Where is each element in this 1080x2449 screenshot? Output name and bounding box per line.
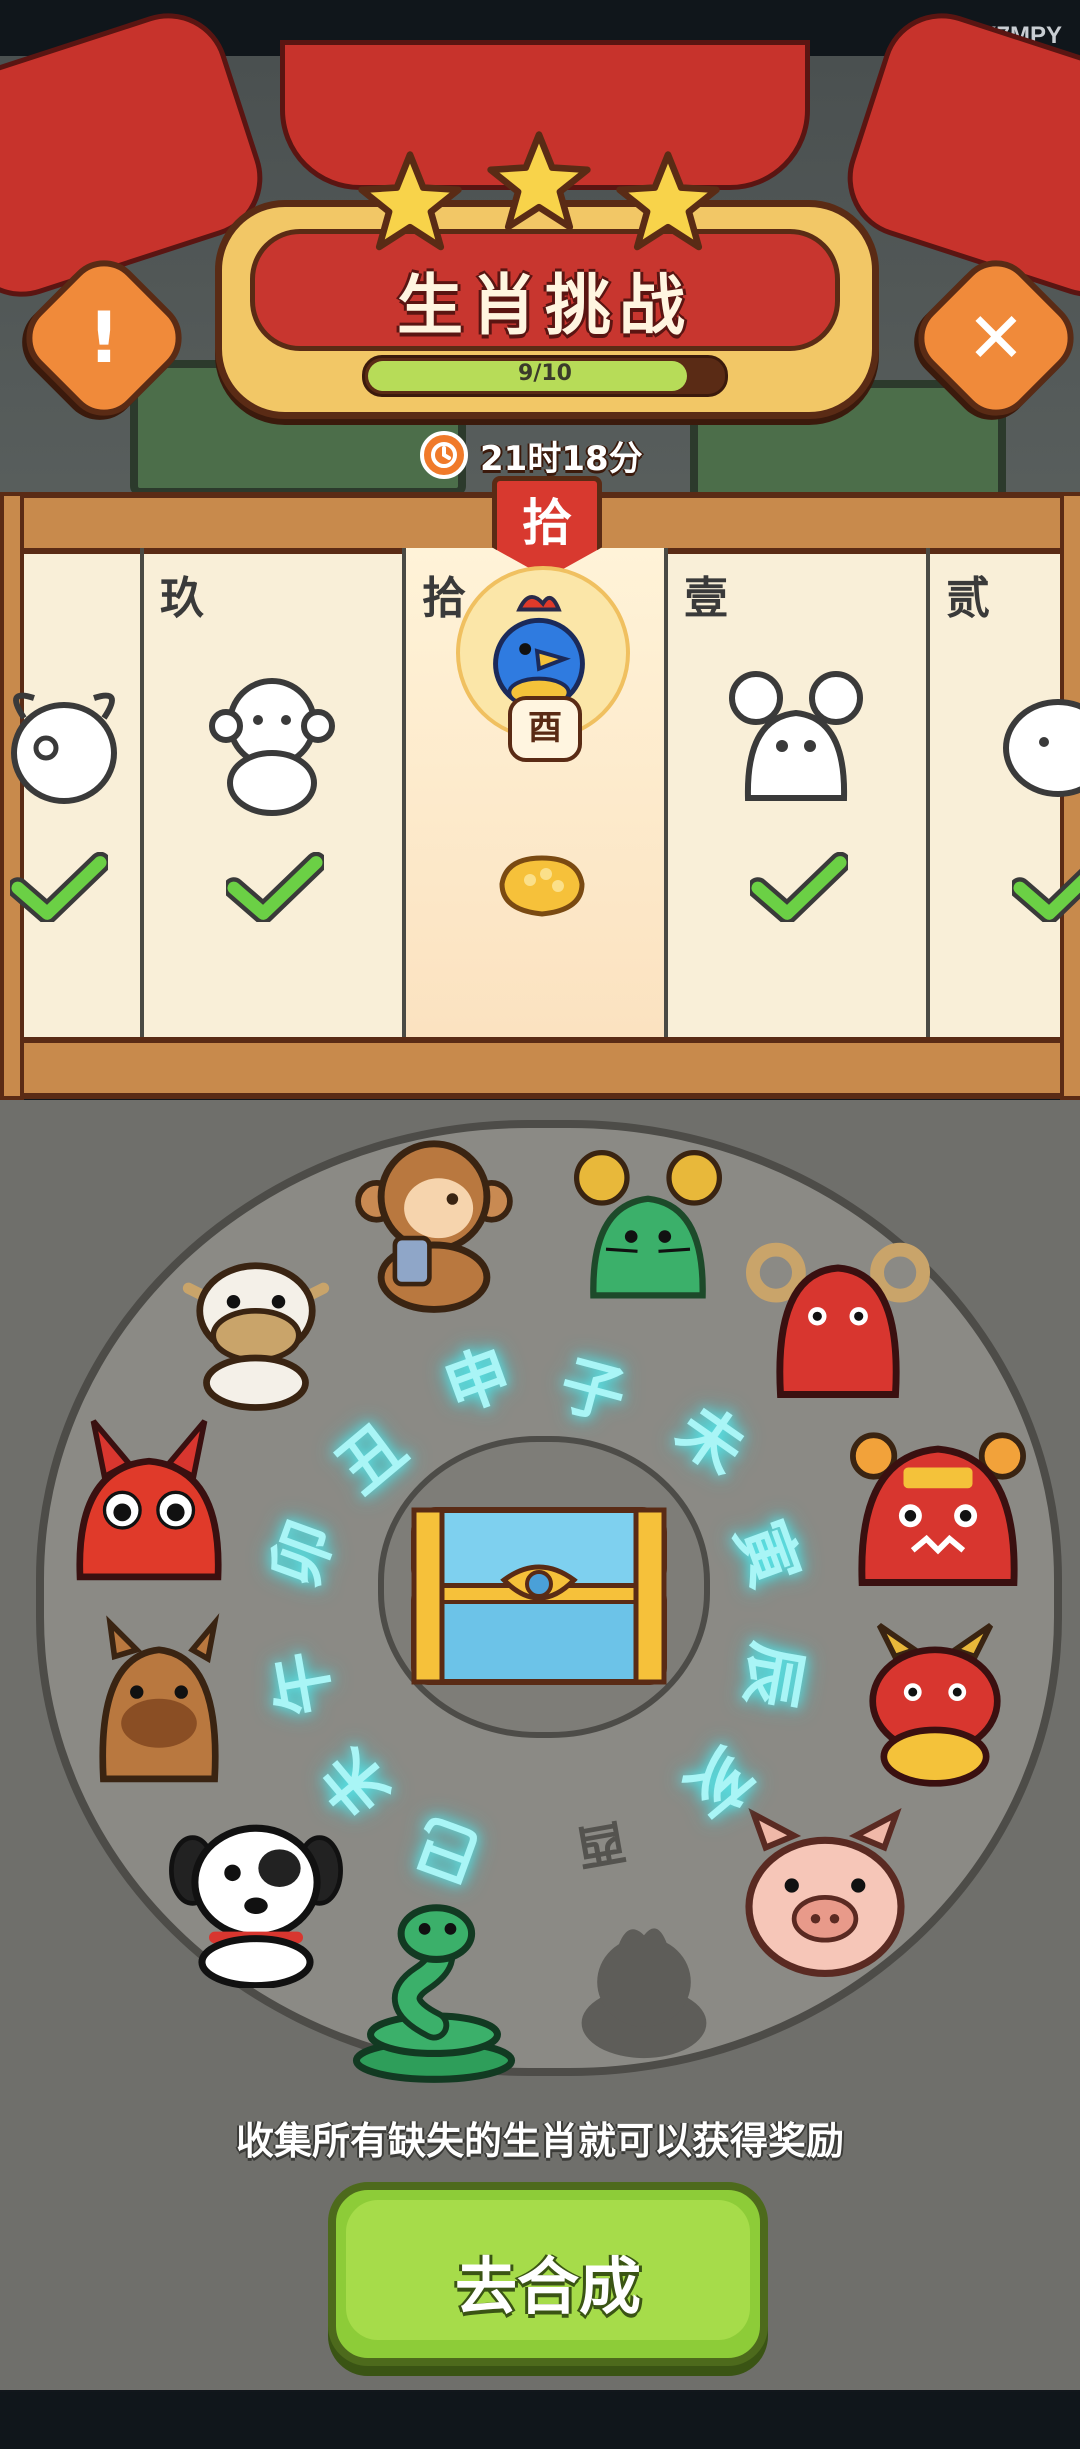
check-icon xyxy=(1012,868,1080,922)
go-button-label: 去合成 xyxy=(454,2250,641,2323)
close-icon: ✕ xyxy=(966,297,1026,379)
dragon-icon[interactable] xyxy=(846,1612,1024,1790)
goat-outline-icon xyxy=(11,692,117,804)
progress-label: 9/10 xyxy=(518,361,572,386)
horse-icon[interactable] xyxy=(70,1612,248,1790)
game-screen: CQK7MPY taptap_1007004 生肖挑战 9/10 ! ✕ 21时… xyxy=(0,0,1080,2449)
pig-icon[interactable] xyxy=(730,1800,920,1990)
check-icon xyxy=(10,852,108,922)
rat-icon[interactable] xyxy=(564,1140,732,1308)
navigation-bar xyxy=(0,2392,1080,2449)
page-title: 生肖挑战 xyxy=(397,267,693,344)
missing-rooster-silhouette xyxy=(581,1928,707,2059)
ox-outline-icon xyxy=(1003,699,1080,797)
monkey-outline-icon xyxy=(209,678,335,816)
progress-bar: 9/10 xyxy=(362,355,728,397)
collect-hint: 收集所有缺失的生肖就可以获得奖励 xyxy=(235,2119,844,2163)
dog-icon[interactable] xyxy=(162,1800,350,1988)
check-icon xyxy=(226,852,324,922)
rabbit-icon[interactable] xyxy=(60,1410,238,1588)
go-synthesize-button[interactable]: 去合成 xyxy=(328,2182,768,2366)
timeline-column[interactable] xyxy=(0,548,144,1037)
check-icon xyxy=(750,852,848,922)
scroll-rod-bottom xyxy=(0,1037,1080,1099)
exclamation-icon: ! xyxy=(88,297,120,379)
rat-outline-icon xyxy=(729,671,863,801)
clock-icon xyxy=(420,431,468,479)
goat-icon[interactable] xyxy=(746,1222,930,1406)
timer-text: 21时18分 xyxy=(480,438,643,479)
snake-icon[interactable] xyxy=(340,1896,528,2084)
countdown-timer: 21时18分 xyxy=(420,428,643,482)
star-icon xyxy=(487,131,591,231)
ox-icon[interactable] xyxy=(166,1232,346,1412)
star-icon xyxy=(358,151,462,251)
tiger-icon[interactable] xyxy=(846,1410,1030,1594)
timeline-column[interactable]: 贰 xyxy=(930,548,1080,1037)
zodiac-branch-badge: 酉 xyxy=(508,696,582,762)
gold-ingot-icon xyxy=(499,855,585,917)
title-banner: 生肖挑战 xyxy=(250,229,840,351)
star-icon xyxy=(616,151,720,251)
timeline-column[interactable]: 壹 xyxy=(668,548,930,1037)
monkey-icon[interactable] xyxy=(342,1130,526,1314)
treasure-chest-icon[interactable] xyxy=(404,1500,674,1690)
timeline-column[interactable]: 玖 xyxy=(144,548,406,1037)
